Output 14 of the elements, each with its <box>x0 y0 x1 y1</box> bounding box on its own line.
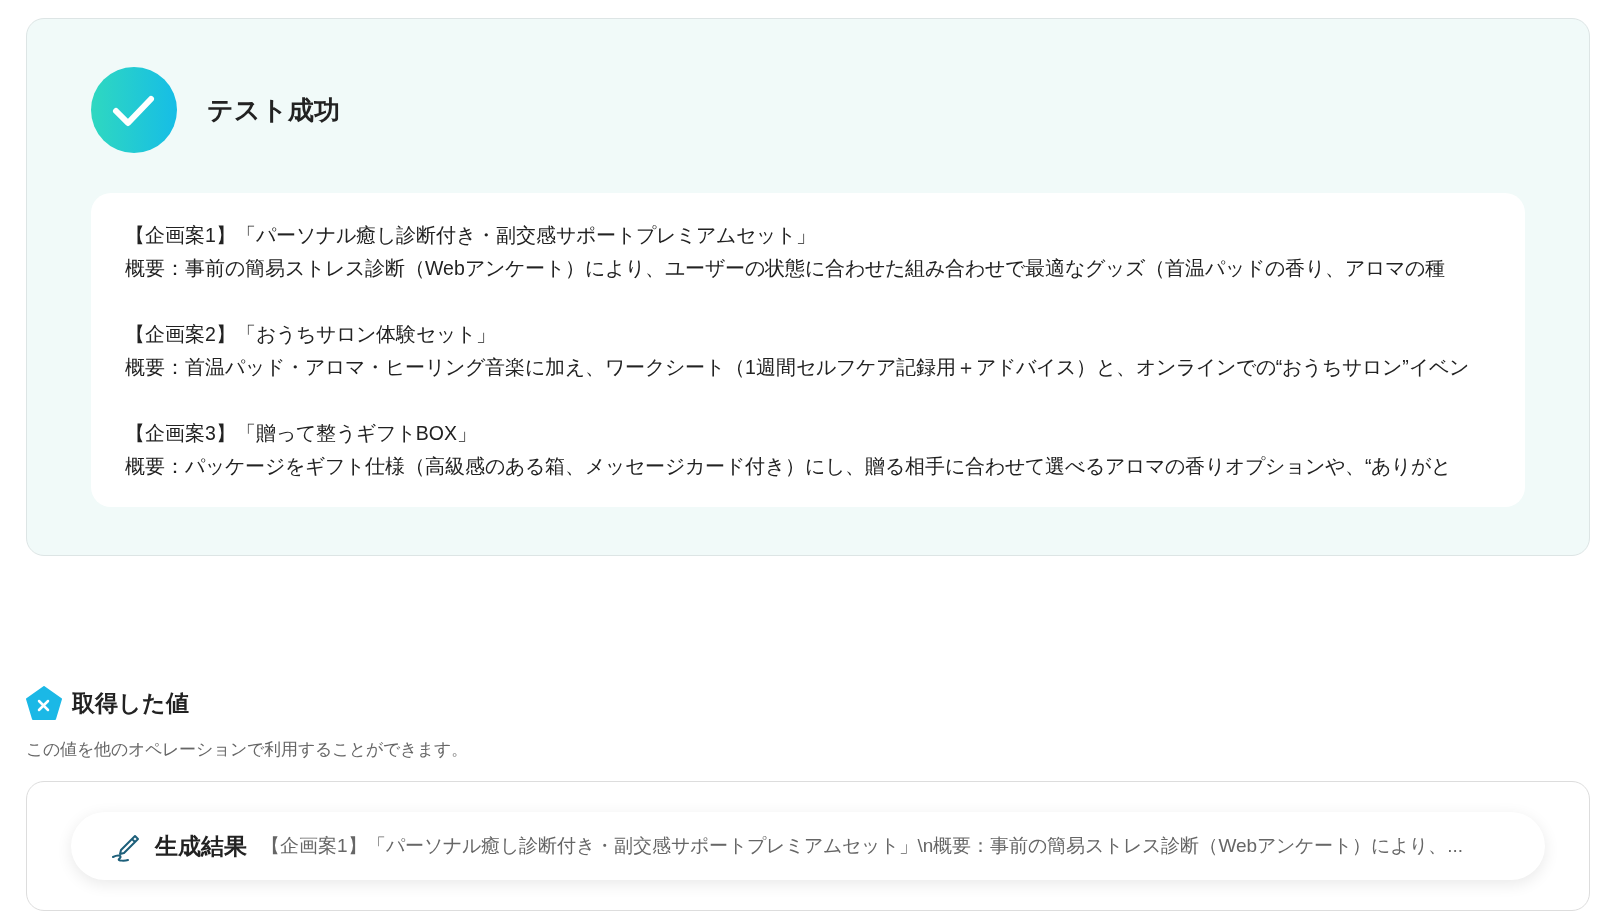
value-chip[interactable]: 生成結果 【企画案1】「パーソナル癒し診断付き・副交感サポートプレミアムセット」\n概要：事前の簡易ストレス診断（Webアンケート）により、... <box>71 812 1545 880</box>
output-heading: 【企画案3】「贈って整うギフトBOX」 <box>125 421 479 446</box>
check-icon <box>91 67 177 153</box>
section-description: この値を他のオペレーションで利用することができます。 <box>26 739 469 761</box>
output-line: 概要：パッケージをギフト仕様（高級感のある箱、メッセージカード付き）にし、贈る相手に合わせて選べるアロマの香りオプションや、“ありがと <box>125 454 1453 479</box>
value-label: 生成結果 <box>155 831 247 861</box>
section-title: 取得した値 <box>72 688 189 718</box>
value-text: 【企画案1】「パーソナル癒し診断付き・副交感サポートプレミアムセット」\n概要：事前の簡易ストレス診断（Webアンケート）により、... <box>261 834 1463 858</box>
result-title: テスト成功 <box>207 93 340 127</box>
output-line: 概要：事前の簡易ストレス診断（Webアンケート）により、ユーザーの状態に合わせた組み合わせで最適なグッズ（首温パッドの香り、アロマの種 <box>125 256 1446 281</box>
output-line: 概要：首温パッド・アロマ・ヒーリング音楽に加え、ワークシート（1週間セルフケア記録用＋アドバイス）と、オンラインでの“おうちサロン”イベン <box>125 355 1470 380</box>
variable-icon <box>26 686 62 720</box>
output-heading: 【企画案2】「おうちサロン体験セット」 <box>125 322 497 347</box>
output-heading: 【企画案1】「パーソナル癒し診断付き・副交感サポートプレミアムセット」 <box>125 223 817 248</box>
